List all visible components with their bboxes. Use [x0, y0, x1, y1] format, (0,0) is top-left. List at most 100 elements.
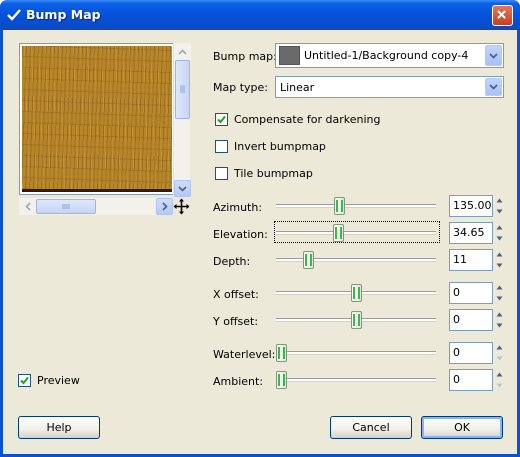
y-offset-spinbox[interactable]: 0 [449, 309, 493, 331]
ambient-label: Ambient: [213, 375, 264, 388]
x-offset-label: X offset: [213, 288, 259, 301]
elevation-slider-thumb[interactable] [333, 224, 344, 242]
invert-bumpmap-checkbox[interactable]: Invert bumpmap [215, 140, 326, 153]
horizontal-scroll-thumb[interactable] [36, 199, 96, 214]
checkmark-icon [217, 115, 226, 124]
azimuth-label: Azimuth: [213, 201, 263, 214]
chevron-up-icon [178, 48, 187, 55]
preview-horizontal-scrollbar[interactable] [19, 198, 173, 215]
x-offset-slider-thumb[interactable] [351, 284, 362, 302]
ambient-slider-thumb[interactable] [276, 371, 287, 389]
spin-down-icon[interactable] [494, 353, 504, 364]
grip-icon [180, 85, 185, 93]
spin-up-icon[interactable] [494, 282, 504, 293]
scroll-left-button[interactable] [19, 198, 36, 215]
ambient-spin-arrows[interactable] [494, 369, 504, 391]
spin-down-icon[interactable] [494, 260, 504, 271]
cancel-button-label: Cancel [352, 421, 390, 434]
ok-button[interactable]: OK [421, 416, 503, 439]
spin-up-icon[interactable] [494, 309, 504, 320]
chevron-down-icon [178, 185, 187, 192]
window-title: Bump Map [26, 7, 101, 22]
bump-map-value: Untitled-1/Background copy-4 [304, 49, 469, 62]
preview-check-box[interactable] [18, 374, 31, 387]
waterlevel-slider-thumb[interactable] [276, 344, 287, 362]
map-type-label: Map type: [213, 81, 268, 94]
ambient-spinbox[interactable]: 0 [449, 369, 493, 391]
compensate-label: Compensate for darkening [234, 113, 381, 126]
chevron-left-icon [24, 202, 31, 211]
map-type-value: Linear [280, 81, 315, 94]
scroll-down-button[interactable] [174, 180, 191, 197]
azimuth-spin-arrows[interactable] [494, 195, 504, 217]
spin-up-icon[interactable] [494, 222, 504, 233]
elevation-spin-arrows[interactable] [494, 222, 504, 244]
depth-spinbox[interactable]: 11 [449, 249, 493, 271]
vertical-scroll-thumb[interactable] [175, 60, 190, 119]
navigate-move-icon[interactable] [173, 198, 190, 215]
azimuth-slider-track[interactable] [276, 204, 436, 207]
spin-up-icon[interactable] [494, 195, 504, 206]
x-offset-spin-arrows[interactable] [494, 282, 504, 304]
bump-map-select[interactable]: Untitled-1/Background copy-4 [275, 43, 504, 68]
depth-spin-arrows[interactable] [494, 249, 504, 271]
depth-value: 11 [453, 253, 467, 266]
layer-thumbnail [279, 46, 300, 65]
preview-vertical-scrollbar[interactable] [173, 43, 191, 197]
waterlevel-spin-arrows[interactable] [494, 342, 504, 364]
compensate-check-box[interactable] [215, 113, 228, 126]
invert-check-box[interactable] [215, 140, 228, 153]
cancel-button[interactable]: Cancel [330, 416, 412, 439]
y-offset-slider-thumb[interactable] [351, 311, 362, 329]
preview-canvas[interactable] [19, 43, 176, 195]
ok-button-label: OK [454, 421, 470, 434]
map-type-select[interactable]: Linear [275, 76, 504, 98]
azimuth-value: 135.00 [453, 199, 492, 212]
y-offset-value: 0 [453, 313, 460, 326]
x-offset-value: 0 [453, 286, 460, 299]
elevation-spinbox[interactable]: 34.65 [449, 222, 493, 244]
close-button[interactable] [492, 5, 513, 26]
spin-up-icon[interactable] [494, 249, 504, 260]
scroll-right-button[interactable] [156, 198, 173, 215]
spin-down-icon[interactable] [494, 206, 504, 217]
waterlevel-spinbox[interactable]: 0 [449, 342, 493, 364]
azimuth-slider-thumb[interactable] [334, 197, 345, 215]
bump-map-label: Bump map: [213, 50, 277, 63]
waterlevel-label: Waterlevel: [213, 348, 276, 361]
spin-up-icon[interactable] [494, 342, 504, 353]
tile-bumpmap-checkbox[interactable]: Tile bumpmap [215, 167, 313, 180]
close-icon [497, 10, 506, 19]
preview-checkbox[interactable]: Preview [18, 374, 80, 387]
grip-icon [62, 204, 70, 209]
spin-up-icon[interactable] [494, 369, 504, 380]
waterlevel-value: 0 [453, 346, 460, 359]
azimuth-spinbox[interactable]: 135.00 [449, 195, 493, 217]
depth-slider-thumb[interactable] [303, 251, 314, 269]
y-offset-spin-arrows[interactable] [494, 309, 504, 331]
ambient-slider-track[interactable] [276, 378, 436, 381]
map-type-dropdown-button[interactable] [485, 78, 502, 96]
chevron-right-icon [161, 202, 168, 211]
chevron-down-icon [489, 52, 498, 59]
help-button[interactable]: Help [18, 416, 100, 439]
elevation-slider-track[interactable] [276, 231, 436, 234]
spin-down-icon[interactable] [494, 293, 504, 304]
spin-down-icon[interactable] [494, 233, 504, 244]
tile-label: Tile bumpmap [234, 167, 313, 180]
bump-map-dropdown-button[interactable] [485, 45, 502, 66]
title-bar[interactable]: Bump Map [0, 0, 520, 30]
scroll-up-button[interactable] [174, 43, 191, 60]
spin-down-icon[interactable] [494, 380, 504, 391]
x-offset-spinbox[interactable]: 0 [449, 282, 493, 304]
y-offset-label: Y offset: [213, 315, 259, 328]
elevation-value: 34.65 [453, 226, 485, 239]
invert-label: Invert bumpmap [234, 140, 326, 153]
depth-slider-track[interactable] [276, 258, 436, 261]
preview-image [22, 46, 172, 192]
spin-down-icon[interactable] [494, 320, 504, 331]
tile-check-box[interactable] [215, 167, 228, 180]
dialog-body: Preview Bump map: Untitled-1/Background … [3, 30, 517, 454]
waterlevel-slider-track[interactable] [276, 351, 436, 354]
compensate-darkening-checkbox[interactable]: Compensate for darkening [215, 113, 381, 126]
